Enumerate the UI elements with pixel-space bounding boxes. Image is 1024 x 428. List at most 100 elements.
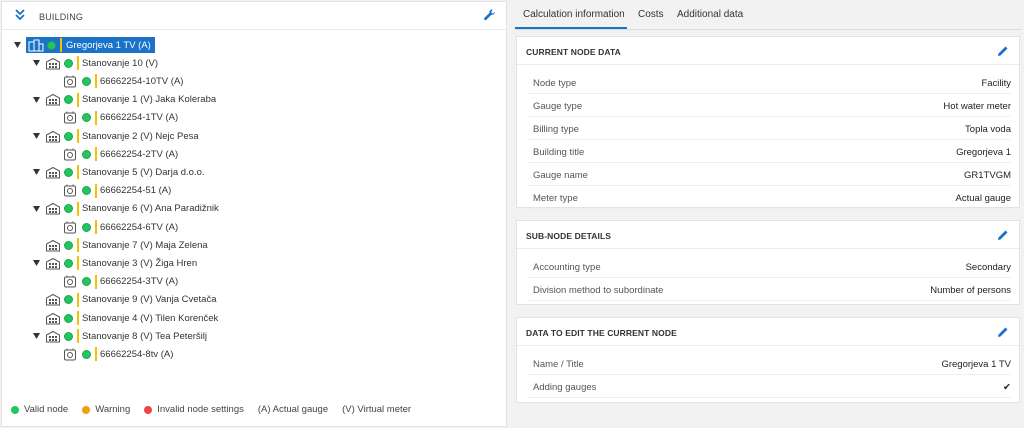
edit-node-card: DATA TO EDIT THE CURRENT NODE Name / Tit… xyxy=(516,317,1020,403)
status-valid-dot-icon xyxy=(64,58,73,68)
legend-warning-label: Warning xyxy=(95,404,131,415)
building-title: BUILDING xyxy=(39,12,84,22)
tree-node-apartment[interactable]: Stanovanje 6 (V) Ana Paradižnik xyxy=(31,200,219,218)
gauge-icon xyxy=(63,147,79,161)
tree-node-content: 66662254-8tv (A) xyxy=(63,347,173,362)
status-valid-dot-icon xyxy=(82,349,91,359)
tab-bar: Calculation information Costs Additional… xyxy=(514,0,1022,30)
legend-invalid: Invalid node settings xyxy=(144,404,244,415)
tree-node-gauge[interactable]: 66662254-10TV (A) xyxy=(63,72,183,90)
tree-node-content: Stanovanje 3 (V) Žiga Hren xyxy=(45,256,197,271)
detail-label: Adding gauges xyxy=(533,382,597,393)
double-chevron-down-icon[interactable] xyxy=(14,8,26,22)
caret-down-icon[interactable] xyxy=(12,40,22,50)
tree-node-content: 66662254-2TV (A) xyxy=(63,147,178,162)
buildings-icon xyxy=(28,38,44,52)
legend-virtual: (V) Virtual meter xyxy=(342,404,412,415)
detail-label: Billing type xyxy=(533,124,579,135)
caret-down-icon[interactable] xyxy=(31,95,41,105)
caret-down-icon[interactable] xyxy=(31,58,41,68)
detail-label: Gauge type xyxy=(533,101,583,112)
status-bar-indicator xyxy=(77,292,79,307)
gauge-icon xyxy=(63,275,79,289)
status-bar-indicator xyxy=(95,74,97,89)
apartment-icon xyxy=(45,165,61,179)
tab-calculation-information[interactable]: Calculation information xyxy=(523,9,625,20)
tree-node-apartment[interactable]: Stanovanje 3 (V) Žiga Hren xyxy=(31,254,197,272)
tree-node-label: Stanovanje 9 (V) Vanja Cvetača xyxy=(82,294,217,306)
status-valid-dot-icon xyxy=(64,131,73,141)
tree-node-gauge[interactable]: 66662254-8tv (A) xyxy=(63,345,173,363)
caret-down-icon[interactable] xyxy=(31,131,41,141)
detail-value: Hot water meter xyxy=(943,101,1011,112)
pencil-icon[interactable] xyxy=(997,229,1009,241)
tree-node-apartment[interactable]: Stanovanje 2 (V) Nejc Pesa xyxy=(31,127,199,145)
tree-node-content: Stanovanje 8 (V) Tea Peteršilj xyxy=(45,329,207,344)
pencil-icon[interactable] xyxy=(997,45,1009,57)
tree-node-gauge[interactable]: 66662254-51 (A) xyxy=(63,182,171,200)
status-valid-dot-icon xyxy=(82,149,91,159)
detail-label: Gauge name xyxy=(533,170,588,181)
detail-row: Name / Title Gregorjeva 1 TV xyxy=(527,352,1011,375)
detail-row: Adding gauges ✔ xyxy=(527,375,1011,398)
gauge-icon xyxy=(63,74,79,88)
gauge-icon xyxy=(63,220,79,234)
tree-node-facility[interactable]: Gregorjeva 1 TV (A) xyxy=(12,36,155,54)
tree-node-label: Stanovanje 4 (V) Tilen Korenček xyxy=(82,312,219,324)
sub-node-card-title: SUB-NODE DETAILS xyxy=(526,231,612,241)
tree-node-label: Stanovanje 10 (V) xyxy=(82,57,159,69)
tree-node-gauge[interactable]: 66662254-2TV (A) xyxy=(63,145,178,163)
tree-node-gauge[interactable]: 66662254-6TV (A) xyxy=(63,218,178,236)
status-bar-indicator xyxy=(95,347,97,362)
tab-costs[interactable]: Costs xyxy=(638,9,664,20)
sub-node-card: SUB-NODE DETAILS Accounting type Secondar… xyxy=(516,220,1020,305)
current-node-card: CURRENT NODE DATA Node type Facility Gauge… xyxy=(516,36,1020,209)
tree-node-gauge[interactable]: 66662254-3TV (A) xyxy=(63,273,178,291)
tree-node-apartment[interactable]: Stanovanje 8 (V) Tea Peteršilj xyxy=(31,327,207,345)
warning-dot-icon xyxy=(82,405,91,414)
legend-valid: Valid node xyxy=(11,404,68,415)
tree-node-apartment[interactable]: Stanovanje 9 (V) Vanja Cvetača xyxy=(45,291,216,309)
detail-value: Gregorjeva 1 TV xyxy=(941,359,1011,370)
gauge-icon xyxy=(63,347,79,361)
tree-node-content: Stanovanje 7 (V) Maja Zelena xyxy=(45,238,208,253)
status-valid-dot-icon xyxy=(64,204,73,214)
status-valid-dot-icon xyxy=(64,295,73,305)
pencil-icon[interactable] xyxy=(997,326,1009,338)
tree-node-apartment[interactable]: Stanovanje 10 (V) xyxy=(31,54,158,72)
current-node-card-header: CURRENT NODE DATA xyxy=(517,37,1019,65)
status-valid-dot-icon xyxy=(64,331,73,341)
wrench-icon[interactable] xyxy=(483,8,497,22)
detail-row: Building title Gregorjeva 1 xyxy=(527,140,1011,163)
detail-value: Actual gauge xyxy=(955,193,1011,204)
tab-additional-data[interactable]: Additional data xyxy=(677,9,743,20)
tree-node-content: Stanovanje 5 (V) Darja d.o.o. xyxy=(45,165,205,180)
detail-value: GR1TVGM xyxy=(964,170,1011,181)
status-valid-dot-icon xyxy=(47,40,56,50)
status-bar-indicator xyxy=(95,274,97,289)
status-bar-indicator xyxy=(95,110,97,125)
caret-down-icon[interactable] xyxy=(31,204,41,214)
status-bar-indicator xyxy=(77,201,79,216)
detail-row: Accounting type Secondary xyxy=(527,255,1011,278)
tree-node-apartment[interactable]: Stanovanje 7 (V) Maja Zelena xyxy=(45,236,208,254)
tree-node-content: 66662254-3TV (A) xyxy=(63,274,178,289)
detail-label: Accounting type xyxy=(533,262,601,273)
tree-node-label: Gregorjeva 1 TV (A) xyxy=(65,39,155,51)
gauge-icon xyxy=(63,184,79,198)
tree-node-label: 66662254-6TV (A) xyxy=(100,221,179,233)
status-valid-dot-icon xyxy=(64,240,73,250)
caret-down-icon[interactable] xyxy=(31,258,41,268)
tree-node-gauge[interactable]: 66662254-1TV (A) xyxy=(63,109,178,127)
caret-down-icon[interactable] xyxy=(31,167,41,177)
caret-down-icon[interactable] xyxy=(31,331,41,341)
tree-node-apartment[interactable]: Stanovanje 1 (V) Jaka Koleraba xyxy=(31,91,216,109)
apartment-icon xyxy=(45,238,61,252)
status-bar-indicator xyxy=(77,129,79,143)
status-valid-dot-icon xyxy=(64,167,73,177)
tree-node-apartment[interactable]: Stanovanje 5 (V) Darja d.o.o. xyxy=(31,163,205,181)
details-panel: Calculation information Costs Additional… xyxy=(514,0,1022,428)
tree-node-apartment[interactable]: Stanovanje 4 (V) Tilen Korenček xyxy=(45,309,218,327)
tree-node-label: 66662254-51 (A) xyxy=(100,185,172,197)
status-valid-dot-icon xyxy=(82,277,91,287)
